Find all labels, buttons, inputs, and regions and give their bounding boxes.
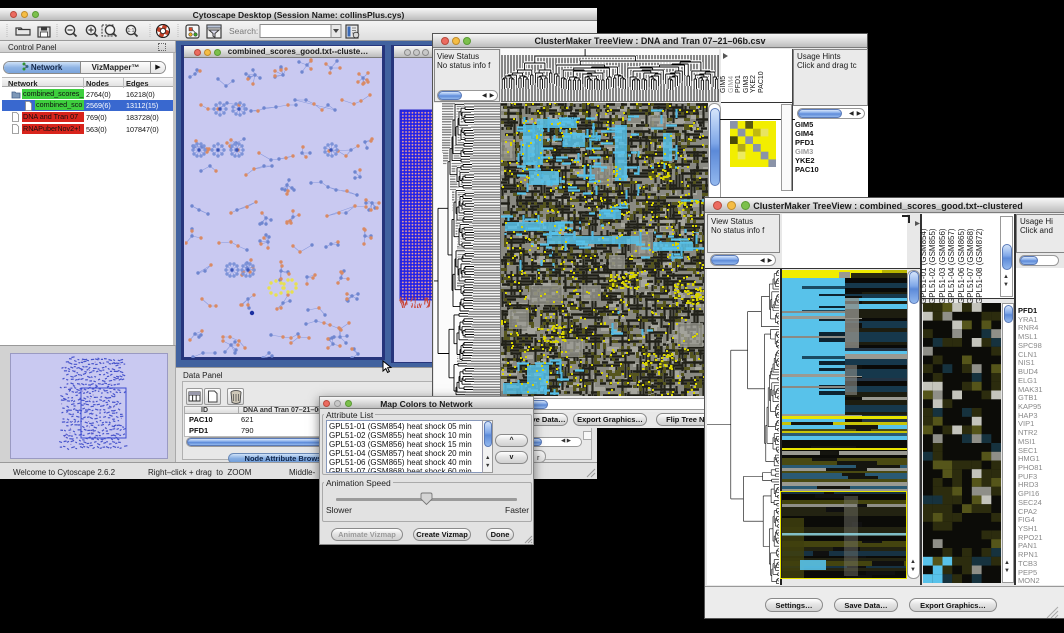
- svg-text:Search:: Search:: [229, 26, 258, 36]
- svg-text:1:1: 1:1: [128, 28, 135, 34]
